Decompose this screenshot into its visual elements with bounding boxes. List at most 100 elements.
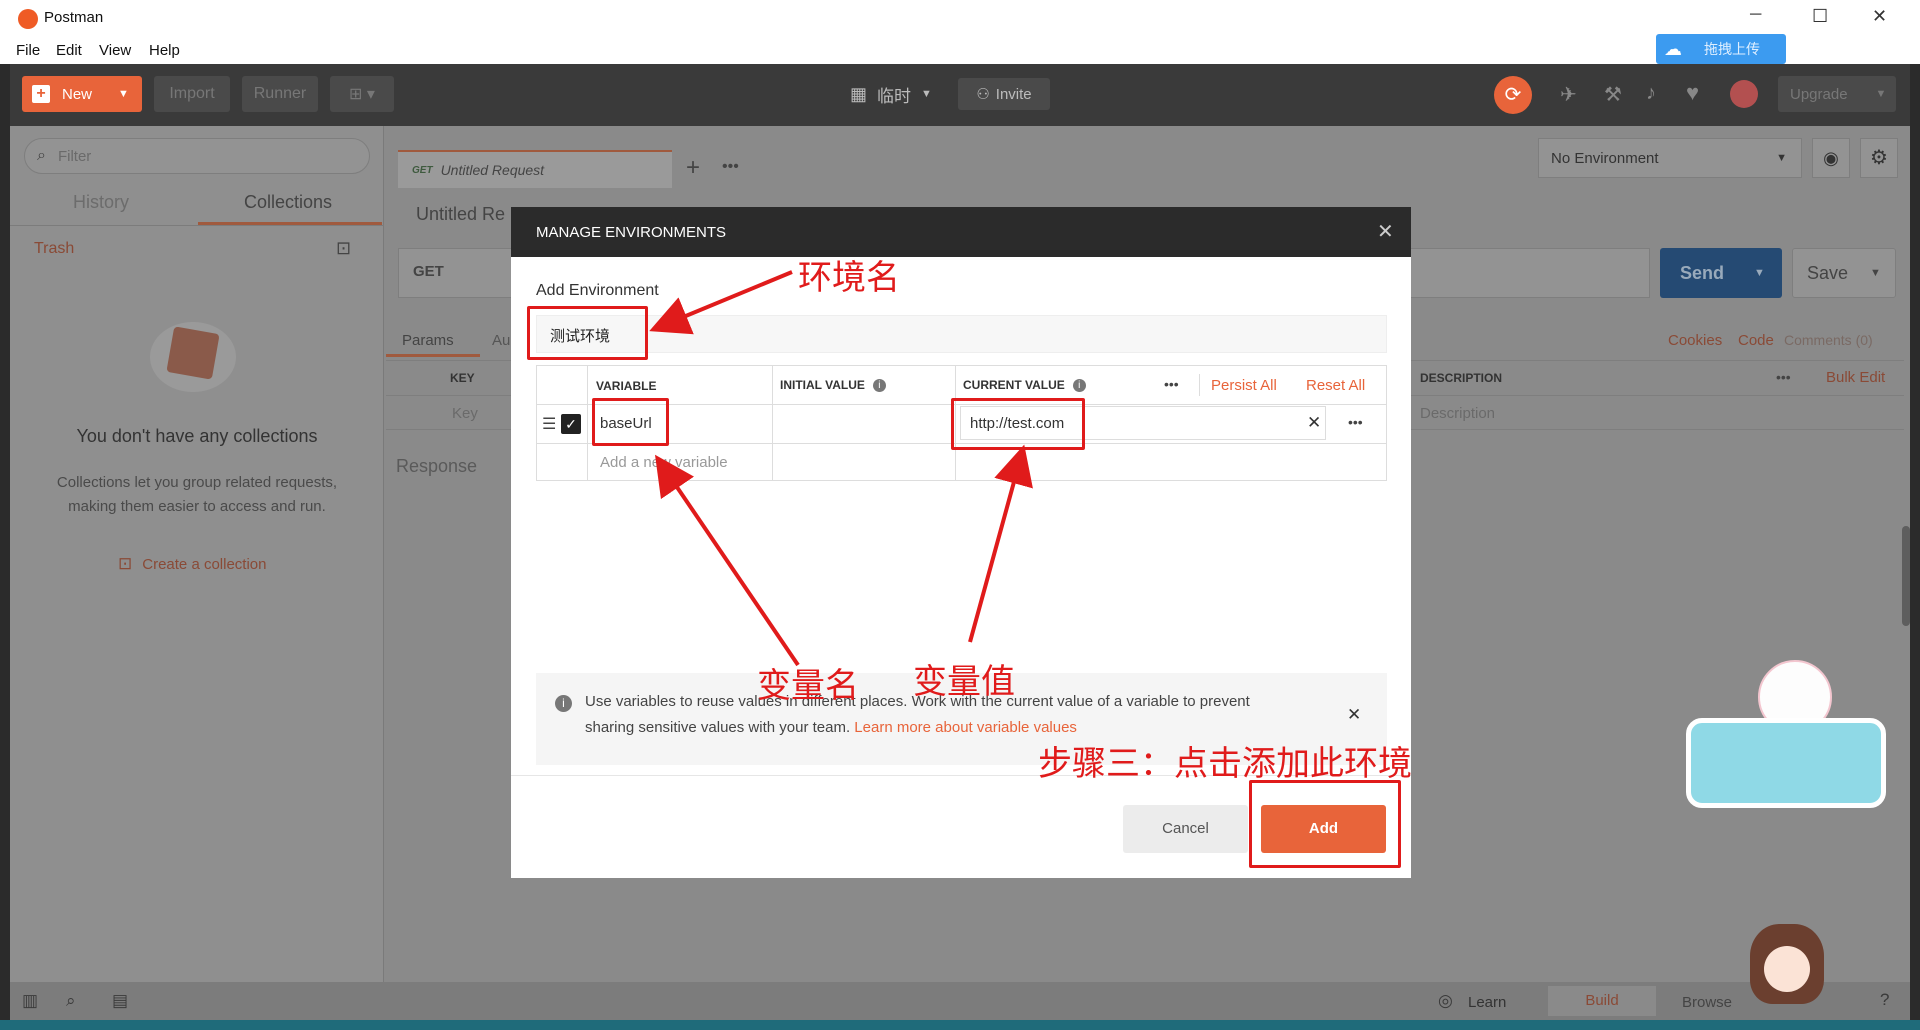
search-icon[interactable]: ⌕ — [66, 991, 76, 1011]
empty-collections-title: You don't have any collections — [76, 426, 318, 446]
import-button[interactable]: Import — [154, 76, 230, 112]
comments-link[interactable]: Comments (0) — [1784, 332, 1873, 348]
row-options-icon[interactable]: ••• — [1348, 414, 1363, 430]
new-collection-icon[interactable]: ⊡ — [336, 238, 351, 259]
heart-icon[interactable]: ♥ — [1686, 80, 1699, 106]
params-options-icon[interactable]: ••• — [1776, 369, 1791, 385]
enable-variable-checkbox[interactable]: ✓ — [561, 414, 581, 434]
info-icon: i — [555, 695, 572, 712]
upgrade-button[interactable]: Upgrade ▼ — [1778, 76, 1896, 112]
browse-tab[interactable]: Browse — [1682, 994, 1732, 1011]
menu-bar: File Edit View Help ☁ 拖拽上传 — [0, 34, 1920, 64]
clear-icon[interactable]: ✕ — [1307, 413, 1321, 433]
reset-all-link[interactable]: Reset All — [1306, 377, 1365, 394]
create-collection-link[interactable]: ⊡ Create a collection — [118, 554, 266, 574]
lightbulb-icon[interactable]: ◎ — [1438, 991, 1453, 1011]
environment-name-input[interactable]: 测试环境 — [536, 315, 1387, 353]
satellite-icon[interactable]: ✈ — [1560, 82, 1577, 107]
build-tab[interactable]: Build — [1548, 986, 1656, 1016]
menu-file[interactable]: File — [16, 42, 40, 59]
dismiss-icon[interactable]: ✕ — [1347, 705, 1361, 725]
add-environment-label: Add Environment — [536, 282, 659, 299]
upgrade-label: Upgrade — [1790, 85, 1848, 103]
gear-icon[interactable]: ⚙ — [1860, 138, 1898, 178]
tab-options-icon[interactable]: ••• — [722, 158, 739, 176]
filter-placeholder: Filter — [57, 147, 92, 165]
learn-more-link[interactable]: Learn more about variable values — [854, 719, 1077, 736]
plus-icon: + — [32, 85, 50, 103]
tab-history[interactable]: History — [73, 192, 129, 213]
add-user-icon: ⚇ — [976, 86, 990, 103]
sync-icon[interactable]: ⟳ — [1494, 76, 1532, 114]
status-bar: ▥ ⌕ ▤ ◎ Learn Build Browse ? — [10, 982, 1910, 1020]
runner-button[interactable]: Runner — [242, 76, 318, 112]
drag-handle-icon[interactable]: ☰ — [542, 414, 556, 434]
window-title: Postman — [44, 9, 104, 26]
chevron-down-icon: ▼ — [118, 88, 129, 100]
initial-value-header: INITIAL VALUE i — [780, 378, 886, 392]
bulk-edit-link[interactable]: Bulk Edit — [1826, 369, 1885, 386]
workspace-selector[interactable]: ▦ 临时 ▼ — [850, 76, 932, 112]
eye-icon[interactable]: ◉ — [1812, 138, 1850, 178]
initial-value-field[interactable] — [780, 415, 950, 435]
key-header: KEY — [450, 371, 475, 385]
request-tab[interactable]: GET Untitled Request — [398, 150, 672, 188]
environment-select[interactable]: No Environment ▼ — [1538, 138, 1802, 178]
filter-input[interactable]: ⌕ Filter — [24, 138, 370, 174]
close-window-button[interactable]: ✕ — [1872, 6, 1887, 27]
menu-help[interactable]: Help — [149, 42, 180, 59]
avatar[interactable] — [1730, 80, 1758, 108]
add-tab-button[interactable]: + — [686, 154, 700, 182]
cloud-icon: ☁ — [1664, 38, 1682, 59]
code-link[interactable]: Code — [1738, 332, 1774, 349]
table-options-icon[interactable]: ••• — [1164, 376, 1179, 392]
scrollbar[interactable] — [1902, 526, 1910, 626]
chevron-down-icon: ▼ — [921, 88, 932, 100]
help-icon[interactable]: ? — [1880, 990, 1889, 1010]
description-placeholder[interactable]: Description — [1420, 405, 1495, 422]
send-button[interactable]: Send ▼ — [1660, 248, 1782, 298]
maximize-button[interactable]: ☐ — [1812, 6, 1828, 27]
invite-label: Invite — [995, 85, 1032, 103]
search-icon: ⌕ — [37, 147, 46, 164]
method-select[interactable]: GET — [398, 248, 518, 298]
new-variable-input[interactable]: Add a new variable — [600, 454, 728, 471]
info-text: sharing sensitive values with your team. — [585, 719, 851, 736]
annotation-box-add — [1249, 780, 1401, 868]
invite-button[interactable]: ⚇ Invite — [958, 78, 1050, 110]
info-icon[interactable]: i — [1072, 378, 1086, 392]
menu-edit[interactable]: Edit — [56, 42, 82, 59]
sidebar-toggle-icon[interactable]: ▥ — [22, 991, 38, 1011]
info-icon[interactable]: i — [872, 378, 886, 392]
tab-authorization[interactable]: Au — [492, 332, 510, 349]
tab-params[interactable]: Params — [402, 332, 454, 349]
minimize-button[interactable]: ─ — [1750, 6, 1761, 24]
close-icon[interactable]: ✕ — [1377, 219, 1394, 244]
chevron-down-icon: ▼ — [1870, 267, 1881, 279]
learn-link[interactable]: Learn — [1468, 994, 1506, 1011]
cookies-link[interactable]: Cookies — [1668, 332, 1722, 349]
response-label: Response — [396, 456, 478, 476]
bell-icon[interactable]: ♪ — [1646, 82, 1656, 105]
annotation-env-name: 环境名 — [798, 258, 900, 298]
variable-column-header: VARIABLE — [596, 379, 657, 393]
upload-widget[interactable]: ☁ 拖拽上传 — [1656, 34, 1786, 64]
url-input[interactable] — [1410, 248, 1650, 298]
menu-view[interactable]: View — [99, 42, 131, 59]
initial-value-header-label: INITIAL VALUE — [780, 378, 865, 392]
trash-link[interactable]: Trash — [34, 240, 74, 258]
annotation-variable-name: 变量名 — [757, 666, 859, 706]
sidebar-divider — [10, 225, 384, 226]
save-button[interactable]: Save ▼ — [1792, 248, 1896, 298]
cancel-button[interactable]: Cancel — [1123, 805, 1248, 853]
chevron-down-icon: ▼ — [1875, 88, 1887, 100]
new-button[interactable]: + New ▼ — [22, 76, 142, 112]
persist-all-link[interactable]: Persist All — [1211, 377, 1277, 394]
wrench-icon[interactable]: ⚒ — [1604, 82, 1622, 107]
key-placeholder[interactable]: Key — [452, 405, 478, 422]
tab-collections[interactable]: Collections — [244, 192, 332, 213]
taskbar — [0, 1020, 1920, 1030]
console-icon[interactable]: ▤ — [112, 991, 128, 1011]
chevron-down-icon: ▼ — [1754, 267, 1765, 279]
new-window-button[interactable]: ⊞ ▾ — [330, 76, 394, 112]
